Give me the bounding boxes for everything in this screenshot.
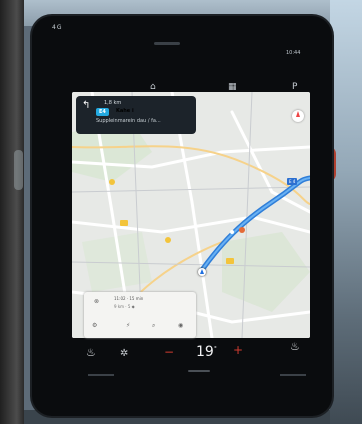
- search-icon[interactable]: ⌕: [152, 322, 155, 330]
- home-indicator: [188, 370, 210, 372]
- grid-icon[interactable]: ▦: [228, 82, 237, 92]
- road-name: Kahe i: [116, 108, 134, 114]
- reflection: [14, 150, 23, 190]
- settings-icon[interactable]: ⚙: [92, 322, 97, 329]
- navigation-banner[interactable]: [76, 96, 196, 134]
- poi-icon[interactable]: ◉: [178, 322, 183, 329]
- next-turn-distance: 1,8 km: [104, 100, 122, 106]
- next-street: Suppleinmarein dau / fa...: [96, 118, 161, 124]
- eta-text: 11:02 · 15 min: [114, 296, 144, 301]
- highway-label: E 4: [287, 178, 298, 185]
- route-summary: 9 km · 5 ◆: [114, 304, 135, 309]
- divider-right: [280, 374, 306, 376]
- background-right: [330, 0, 362, 424]
- temp-up-button[interactable]: +: [233, 343, 243, 357]
- temp-down-button[interactable]: −: [164, 345, 174, 359]
- seat-heat-right-icon[interactable]: ♨: [290, 340, 300, 353]
- close-route-icon[interactable]: ⊗: [94, 298, 99, 305]
- temperature-value: 19: [196, 344, 214, 360]
- compass-icon[interactable]: [292, 110, 304, 122]
- status-clock: 10:44: [286, 50, 301, 56]
- divider-left: [88, 374, 114, 376]
- handle-pill: [154, 42, 180, 45]
- temperature-unit: °: [213, 345, 217, 353]
- temperature-readout[interactable]: 19°: [196, 344, 217, 360]
- turn-arrow-icon: ↰: [82, 100, 91, 111]
- parking-icon[interactable]: P: [292, 82, 297, 92]
- seat-heat-left-icon[interactable]: ♨: [86, 346, 96, 359]
- background-left: [0, 0, 24, 424]
- status-left: 4G: [52, 24, 63, 31]
- position-arrow-icon: [198, 268, 206, 276]
- road-badge: E4: [96, 108, 109, 116]
- car-icon[interactable]: ⌂: [150, 82, 156, 92]
- fan-icon[interactable]: ✲: [120, 348, 128, 359]
- charging-icon[interactable]: ⚡: [126, 322, 130, 329]
